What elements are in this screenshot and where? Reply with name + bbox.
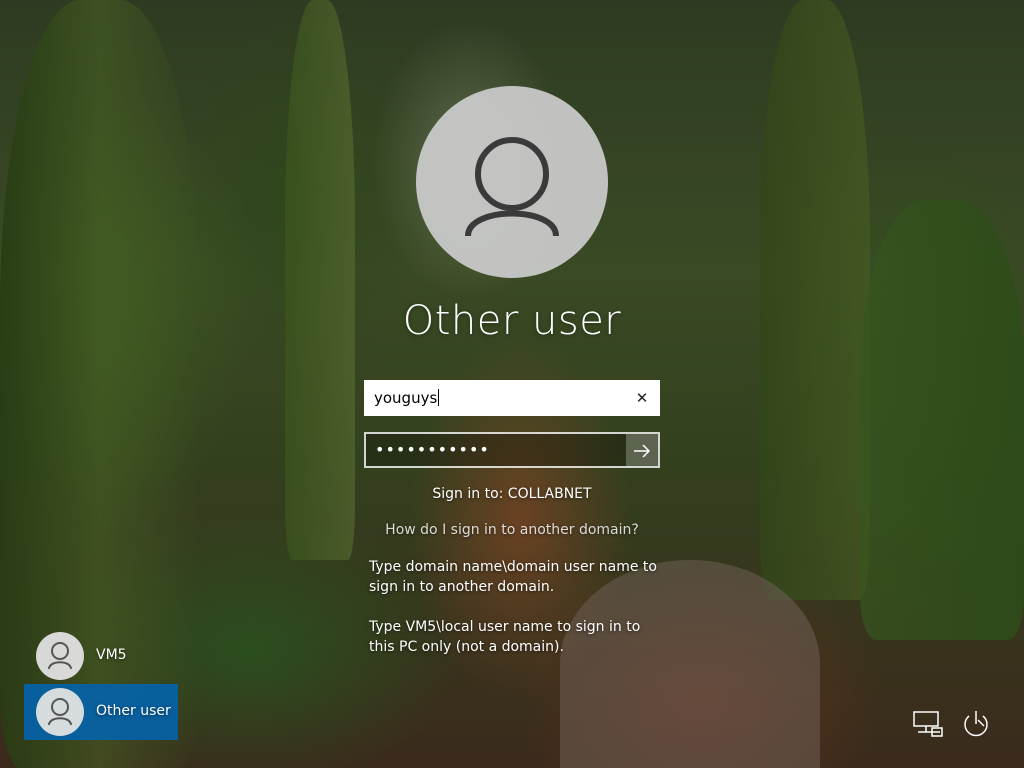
- user-tile-other-user[interactable]: Other user: [24, 684, 178, 740]
- domain-hint: Type domain name\domain user name to sig…: [369, 559, 657, 595]
- background-tree: [285, 0, 355, 560]
- user-tile-label: Other user: [96, 703, 171, 719]
- user-avatar: [416, 86, 608, 278]
- help-link[interactable]: How do I sign in to another domain?: [312, 522, 712, 538]
- user-name-heading: Other user: [402, 298, 622, 344]
- person-icon: [36, 688, 84, 736]
- username-input[interactable]: youguys ✕: [364, 380, 660, 416]
- signin-domain-label: Sign in to: COLLABNET: [432, 486, 592, 502]
- local-hint: Type VM5\local user name to sign in to t…: [369, 619, 641, 655]
- password-input[interactable]: •••••••••••: [364, 432, 660, 468]
- user-tile-label: VM5: [96, 647, 127, 663]
- close-icon[interactable]: ✕: [625, 381, 659, 415]
- power-icon[interactable]: [958, 706, 994, 742]
- password-value: •••••••••••: [375, 440, 490, 459]
- network-icon[interactable]: [910, 706, 946, 742]
- arrow-right-icon[interactable]: [626, 434, 658, 466]
- username-value: youguys: [374, 389, 440, 407]
- background-tree: [860, 200, 1024, 640]
- user-tile-vm5[interactable]: VM5: [24, 628, 178, 684]
- person-icon: [36, 632, 84, 680]
- background-tree: [760, 0, 870, 600]
- person-icon: [465, 137, 559, 237]
